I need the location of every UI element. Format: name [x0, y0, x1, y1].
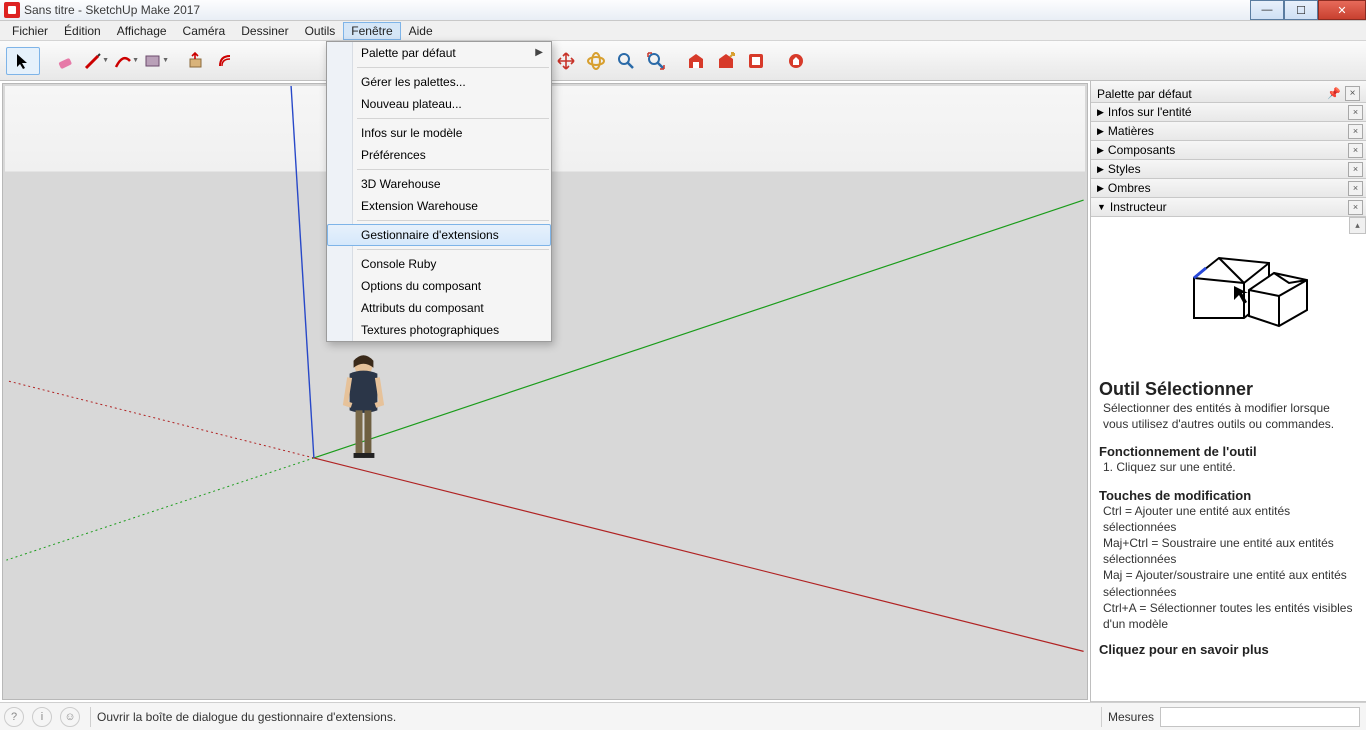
minimize-button[interactable]: — [1250, 0, 1284, 20]
panel-close-icon[interactable]: × [1348, 181, 1363, 196]
panel-close-icon[interactable]: × [1348, 124, 1363, 139]
instructor-op-1: 1. Cliquez sur une entité. [1099, 459, 1358, 475]
panel-close-icon[interactable]: × [1348, 162, 1363, 177]
info-icon[interactable]: i [32, 707, 52, 727]
tray: Palette par défaut 📌 × ▶Infos sur l'enti… [1090, 81, 1366, 702]
extension-warehouse-icon[interactable] [782, 47, 810, 75]
tray-panel-matie-res[interactable]: ▶Matières× [1091, 122, 1366, 141]
scene-figure [346, 355, 382, 458]
line-tool[interactable]: ▼ [82, 47, 110, 75]
menu-item-3d-warehouse[interactable]: 3D Warehouse [327, 173, 551, 195]
menu-item-palette-par-de-faut[interactable]: Palette par défaut▶ [327, 42, 551, 64]
measure-input[interactable] [1160, 707, 1360, 727]
zoom-extents-tool[interactable] [642, 47, 670, 75]
instructor-op-head: Fonctionnement de l'outil [1099, 444, 1358, 459]
orbit-tool[interactable] [582, 47, 610, 75]
window-menu-dropdown: Palette par défaut▶ Gérer les palettes...… [326, 41, 552, 342]
instructor-mod-3: Maj = Ajouter/soustraire une entité aux … [1099, 567, 1358, 599]
menu-item-options-du-composant[interactable]: Options du composant [327, 275, 551, 297]
warehouse-3d-icon[interactable] [682, 47, 710, 75]
tray-title: Palette par défaut 📌 × [1091, 81, 1366, 103]
layout-icon[interactable] [742, 47, 770, 75]
close-button[interactable]: ✕ [1318, 0, 1366, 20]
menu-fichier[interactable]: Fichier [4, 22, 56, 40]
menu-aide[interactable]: Aide [401, 22, 441, 40]
instructor-mod-head: Touches de modification [1099, 488, 1358, 503]
instructor-mod-4: Ctrl+A = Sélectionner toutes les entités… [1099, 600, 1358, 632]
panel-close-icon[interactable]: × [1348, 200, 1363, 215]
tray-panel-composants[interactable]: ▶Composants× [1091, 141, 1366, 160]
window-controls: — ☐ ✕ [1250, 0, 1366, 20]
workspace: Palette par défaut 📌 × ▶Infos sur l'enti… [0, 81, 1366, 702]
menu-item-nouveau-plateau---[interactable]: Nouveau plateau... [327, 93, 551, 115]
instructor-panel: ▴ Outil Sélect [1091, 217, 1366, 702]
menu-item-textures-photographiques[interactable]: Textures photographiques [327, 319, 551, 341]
tray-panel-ombres[interactable]: ▶Ombres× [1091, 179, 1366, 198]
menu-dessiner[interactable]: Dessiner [233, 22, 296, 40]
user-icon[interactable]: ☺ [60, 707, 80, 727]
window-title: Sans titre - SketchUp Make 2017 [24, 3, 200, 17]
menu-edition[interactable]: Édition [56, 22, 109, 40]
help-icon[interactable]: ? [4, 707, 24, 727]
measure-label: Mesures [1108, 710, 1154, 724]
tray-panel-instructeur[interactable]: ▼Instructeur× [1091, 198, 1366, 217]
instructor-illustration [1099, 223, 1358, 373]
instructor-more[interactable]: Cliquez pour en savoir plus [1099, 642, 1358, 657]
select-tool[interactable] [6, 47, 40, 75]
pin-icon[interactable]: 📌 [1327, 87, 1341, 100]
menu-camera[interactable]: Caméra [175, 22, 234, 40]
arc-tool[interactable]: ▼ [112, 47, 140, 75]
status-bar: ? i ☺ Ouvrir la boîte de dialogue du ges… [0, 702, 1366, 730]
move-tool[interactable] [552, 47, 580, 75]
menu-affichage[interactable]: Affichage [109, 22, 175, 40]
menu-item-pre-fe-rences[interactable]: Préférences [327, 144, 551, 166]
menu-item-attributs-du-composant[interactable]: Attributs du composant [327, 297, 551, 319]
menu-bar: FichierÉditionAffichageCaméraDessinerOut… [0, 21, 1366, 41]
instructor-title: Outil Sélectionner [1099, 379, 1358, 400]
menu-item-gestionnaire-d-extensions[interactable]: Gestionnaire d'extensions [327, 224, 551, 246]
menu-outils[interactable]: Outils [297, 22, 344, 40]
tray-panel-infos-sur-l-entite-[interactable]: ▶Infos sur l'entité× [1091, 103, 1366, 122]
menu-item-infos-sur-le-mode-le[interactable]: Infos sur le modèle [327, 122, 551, 144]
menu-item-console-ruby[interactable]: Console Ruby [327, 253, 551, 275]
maximize-button[interactable]: ☐ [1284, 0, 1318, 20]
zoom-tool[interactable] [612, 47, 640, 75]
status-hint: Ouvrir la boîte de dialogue du gestionna… [97, 710, 396, 724]
panel-close-icon[interactable]: × [1348, 143, 1363, 158]
rectangle-tool[interactable]: ▼ [142, 47, 170, 75]
instructor-mod-2: Maj+Ctrl = Soustraire une entité aux ent… [1099, 535, 1358, 567]
offset-tool[interactable] [212, 47, 240, 75]
tray-panel-styles[interactable]: ▶Styles× [1091, 160, 1366, 179]
panel-close-icon[interactable]: × [1348, 105, 1363, 120]
menu-fenetre[interactable]: Fenêtre [343, 22, 400, 40]
menu-item-extension-warehouse[interactable]: Extension Warehouse [327, 195, 551, 217]
instructor-desc: Sélectionner des entités à modifier lors… [1099, 400, 1358, 432]
warehouse-send-icon[interactable] [712, 47, 740, 75]
title-bar: Sans titre - SketchUp Make 2017 — ☐ ✕ [0, 0, 1366, 21]
eraser-tool[interactable] [52, 47, 80, 75]
pushpull-tool[interactable] [182, 47, 210, 75]
scroll-up-button[interactable]: ▴ [1349, 217, 1366, 234]
app-icon [4, 2, 20, 18]
instructor-mod-1: Ctrl = Ajouter une entité aux entités sé… [1099, 503, 1358, 535]
menu-item-ge-rer-les-palettes---[interactable]: Gérer les palettes... [327, 71, 551, 93]
tray-title-label: Palette par défaut [1097, 87, 1192, 101]
tray-close-button[interactable]: × [1345, 86, 1360, 101]
